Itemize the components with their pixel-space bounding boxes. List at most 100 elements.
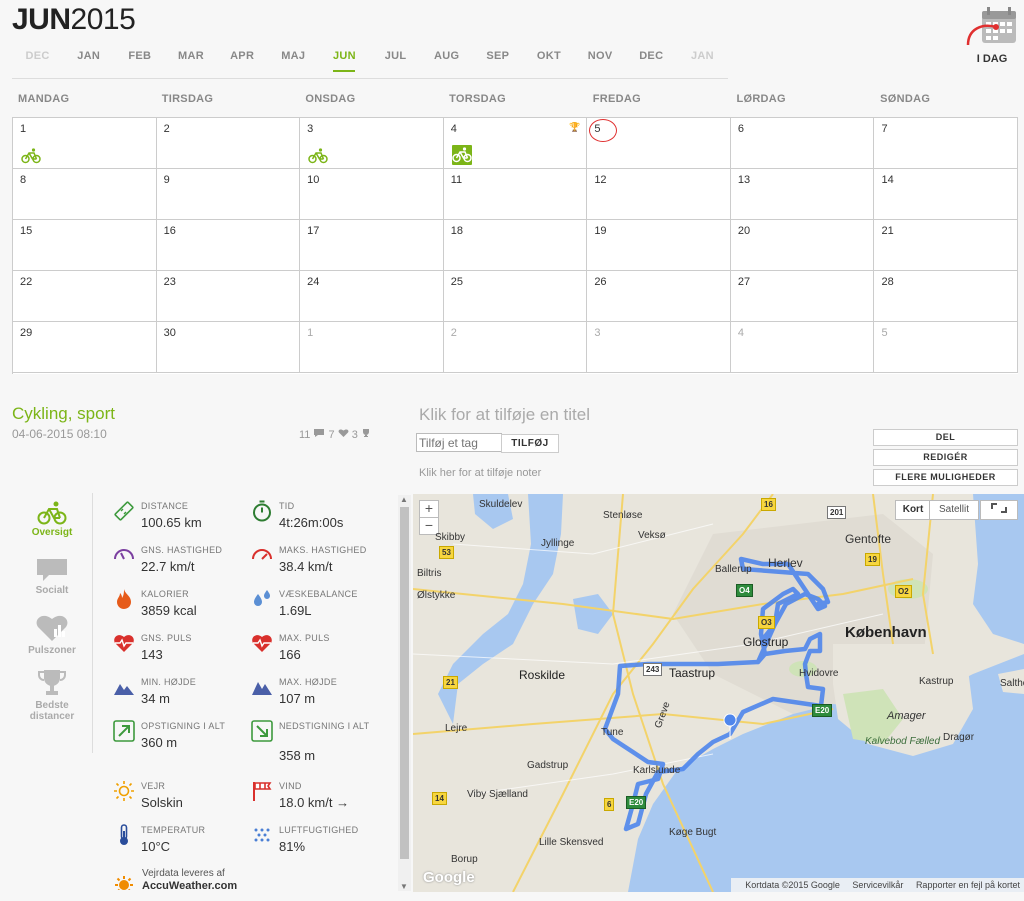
- scroll-up-arrow-icon[interactable]: ▲: [400, 495, 408, 504]
- calendar-day-cell[interactable]: 19: [587, 220, 731, 271]
- stat-label: VIND: [279, 781, 302, 791]
- calendar-day-cell[interactable]: 17: [300, 220, 444, 271]
- weather-credit-link[interactable]: AccuWeather.com: [142, 880, 237, 890]
- calendar-day-cell[interactable]: 30: [156, 322, 301, 373]
- month-tab-6[interactable]: JUN: [319, 50, 370, 78]
- calendar-day-cell[interactable]: 2: [156, 118, 301, 169]
- calendar-day-cell[interactable]: 28: [874, 271, 1019, 322]
- nav-best-distances[interactable]: Bedste distancer: [12, 668, 92, 722]
- calendar-day-cell[interactable]: 3: [300, 118, 444, 169]
- fullscreen-button[interactable]: [980, 500, 1018, 520]
- route-map[interactable]: + − Kort Satellit Skuldelev Stenløse Veksø…: [413, 494, 1024, 892]
- nav-heart-zones[interactable]: Pulszoner: [12, 611, 92, 656]
- calendar-day-cell[interactable]: 4: [730, 322, 875, 373]
- bike-activity-icon[interactable]: [21, 148, 41, 164]
- notes-prompt[interactable]: Klik her for at tilføje noter: [419, 467, 541, 479]
- month-tab-4[interactable]: APR: [217, 50, 268, 78]
- map-type-satellite-button[interactable]: Satellit: [929, 500, 979, 520]
- add-tag-button[interactable]: TILFØJ: [501, 434, 559, 453]
- month-tab-3[interactable]: MAR: [165, 50, 216, 78]
- terms-link[interactable]: Servicevilkår: [852, 880, 903, 890]
- weekday-label: MANDAG: [18, 93, 70, 105]
- calendar-day-cell[interactable]: 12: [587, 169, 731, 220]
- month-tab-2[interactable]: FEB: [114, 50, 165, 78]
- month-tab-7[interactable]: JUL: [370, 50, 421, 78]
- stat-value: 1.69L: [279, 603, 312, 618]
- calendar-day-cell[interactable]: 7: [874, 118, 1019, 169]
- month-tab-5[interactable]: MAJ: [268, 50, 319, 78]
- calendar-day-cell[interactable]: 11: [443, 169, 588, 220]
- month-tab-9[interactable]: SEP: [472, 50, 523, 78]
- activity-title[interactable]: Cykling, sport: [12, 404, 115, 424]
- calendar-day-cell[interactable]: 20: [730, 220, 875, 271]
- calendar-day-cell[interactable]: 22: [13, 271, 157, 322]
- calendar-day-cell[interactable]: 2: [443, 322, 588, 373]
- road-number-shield: 6: [604, 798, 615, 811]
- calendar-day-cell[interactable]: 18: [443, 220, 588, 271]
- edit-button[interactable]: REDIGÉR: [873, 449, 1018, 466]
- month-tab-1[interactable]: JAN: [63, 50, 114, 78]
- calendar-day-cell[interactable]: 29: [13, 322, 157, 373]
- scrollbar-thumb[interactable]: [400, 507, 409, 859]
- calendar-day-cell[interactable]: 23: [156, 271, 301, 322]
- calendar-day-cell[interactable]: 5: [587, 118, 731, 169]
- calendar-day-cell[interactable]: 8: [13, 169, 157, 220]
- stat-value: 360 m: [141, 735, 178, 750]
- calendar-day-cell[interactable]: 16: [156, 220, 301, 271]
- calendar-day-cell[interactable]: 9: [156, 169, 301, 220]
- today-button[interactable]: I DAG: [962, 5, 1022, 67]
- calendar-day-cell[interactable]: 27: [730, 271, 875, 322]
- calendar-day-cell[interactable]: 4 🏆: [443, 118, 588, 169]
- calendar-day-cell[interactable]: 15: [13, 220, 157, 271]
- calendar-day-cell[interactable]: 1: [300, 322, 444, 373]
- windsock-icon: [251, 780, 273, 802]
- share-button[interactable]: DEL: [873, 429, 1018, 446]
- tag-input[interactable]: [416, 433, 502, 452]
- stat-label: LUFTFUGTIGHED: [279, 825, 359, 835]
- zoom-in-button[interactable]: +: [419, 500, 439, 518]
- more-options-button[interactable]: FLERE MULIGHEDER: [873, 469, 1018, 486]
- month-tab-8[interactable]: AUG: [421, 50, 472, 78]
- trophy-icon[interactable]: [361, 428, 371, 438]
- calendar-week-row: 29 30 1 2 3 4 5: [13, 322, 1019, 373]
- day-number: 18: [450, 225, 463, 237]
- map-place-label: Køge Bugt: [669, 827, 717, 838]
- calendar-day-cell[interactable]: 21: [874, 220, 1019, 271]
- month-tab-10[interactable]: OKT: [523, 50, 574, 78]
- calendar-day-cell[interactable]: 25: [443, 271, 588, 322]
- bike-activity-icon[interactable]: [308, 148, 328, 164]
- map-place-label: Skibby: [435, 532, 466, 543]
- calendar-day-cell[interactable]: 5: [874, 322, 1019, 373]
- road-number-shield: 16: [761, 498, 776, 511]
- today-marker-circle: [589, 119, 618, 142]
- map-type-kort-button[interactable]: Kort: [895, 500, 931, 520]
- road-number-shield: O3: [758, 616, 775, 629]
- month-tab-13[interactable]: JAN: [677, 50, 728, 78]
- calendar-day-cell[interactable]: 13: [730, 169, 875, 220]
- calendar-day-cell[interactable]: 26: [587, 271, 731, 322]
- stat-label: TEMPERATUR: [141, 825, 206, 835]
- comment-icon[interactable]: [313, 428, 325, 438]
- calendar-day-cell[interactable]: 1: [13, 118, 157, 169]
- month-tab-12[interactable]: DEC: [626, 50, 677, 78]
- water-drops-icon: [251, 588, 273, 610]
- map-place-label: Saltholm: [1000, 678, 1024, 689]
- report-error-link[interactable]: Rapporter en fejl på kortet: [916, 880, 1020, 890]
- calendar-day-cell[interactable]: 10: [300, 169, 444, 220]
- nav-overview[interactable]: Oversigt: [12, 501, 92, 538]
- heart-icon[interactable]: [338, 428, 349, 438]
- calendar-day-cell[interactable]: 14: [874, 169, 1019, 220]
- stats-scrollbar[interactable]: ▲ ▼: [398, 495, 411, 891]
- month-tab-11[interactable]: NOV: [575, 50, 626, 78]
- calendar-day-cell[interactable]: 6: [730, 118, 875, 169]
- nav-social[interactable]: Socialt: [12, 557, 92, 596]
- calendar-day-cell[interactable]: 24: [300, 271, 444, 322]
- calendar-day-cell[interactable]: 3: [587, 322, 731, 373]
- add-title-prompt[interactable]: Klik for at tilføje en titel: [419, 405, 590, 425]
- bike-activity-selected-icon[interactable]: [451, 145, 472, 165]
- month-selector: DEC JAN FEB MAR APR MAJ JUN JUL AUG SEP OKT NOV DEC J…: [12, 50, 728, 79]
- comments-count: 11: [299, 429, 311, 441]
- scroll-down-arrow-icon[interactable]: ▼: [400, 882, 408, 891]
- activity-side-nav: Oversigt Socialt Pulszoner Bedste distan…: [12, 493, 93, 753]
- month-tab-0[interactable]: DEC: [12, 50, 63, 78]
